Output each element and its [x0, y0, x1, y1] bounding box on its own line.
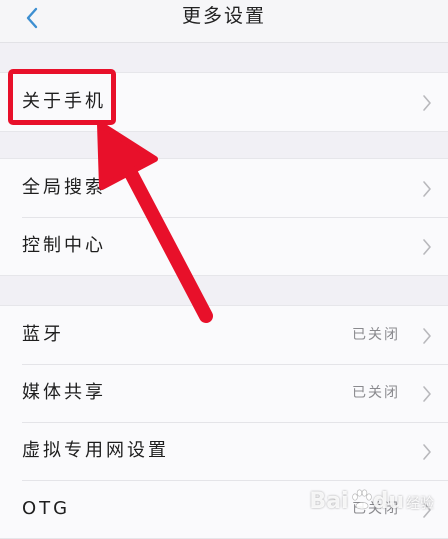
chevron-right-icon [423, 444, 431, 460]
row-status: 已关闭 [352, 385, 400, 401]
chevron-right-icon [423, 386, 431, 402]
row-status: 已关闭 [352, 501, 400, 517]
settings-row-otg[interactable]: OTG 已关闭 [0, 480, 448, 538]
chevron-right-icon [423, 95, 431, 111]
row-label: 控制中心 [22, 235, 106, 256]
settings-group-connections: 蓝牙 已关闭 媒体共享 已关闭 虚拟专用网设置 OTG 已关闭 [0, 305, 448, 539]
settings-row-global-search[interactable]: 全局搜索 [0, 159, 448, 217]
row-label: 媒体共享 [22, 382, 106, 403]
row-status: 已关闭 [352, 327, 400, 343]
row-label: 关于手机 [22, 91, 106, 112]
settings-group-system: 全局搜索 控制中心 [0, 158, 448, 276]
row-label: 虚拟专用网设置 [22, 440, 169, 461]
chevron-right-icon [423, 239, 431, 255]
chevron-right-icon [423, 502, 431, 518]
chevron-right-icon [423, 181, 431, 197]
row-label: OTG [22, 498, 71, 519]
row-label: 蓝牙 [22, 324, 64, 345]
page-title: 更多设置 [181, 5, 266, 27]
chevron-right-icon [423, 328, 431, 344]
settings-row-about-phone[interactable]: 关于手机 [0, 73, 448, 131]
settings-row-vpn[interactable]: 虚拟专用网设置 [0, 422, 448, 480]
settings-row-media-sharing[interactable]: 媒体共享 已关闭 [0, 364, 448, 422]
settings-group-about: 关于手机 [0, 72, 448, 132]
settings-row-bluetooth[interactable]: 蓝牙 已关闭 [0, 306, 448, 364]
settings-row-control-center[interactable]: 控制中心 [0, 217, 448, 275]
nav-bar: 更多设置 [0, 0, 448, 43]
row-label: 全局搜索 [22, 177, 106, 198]
